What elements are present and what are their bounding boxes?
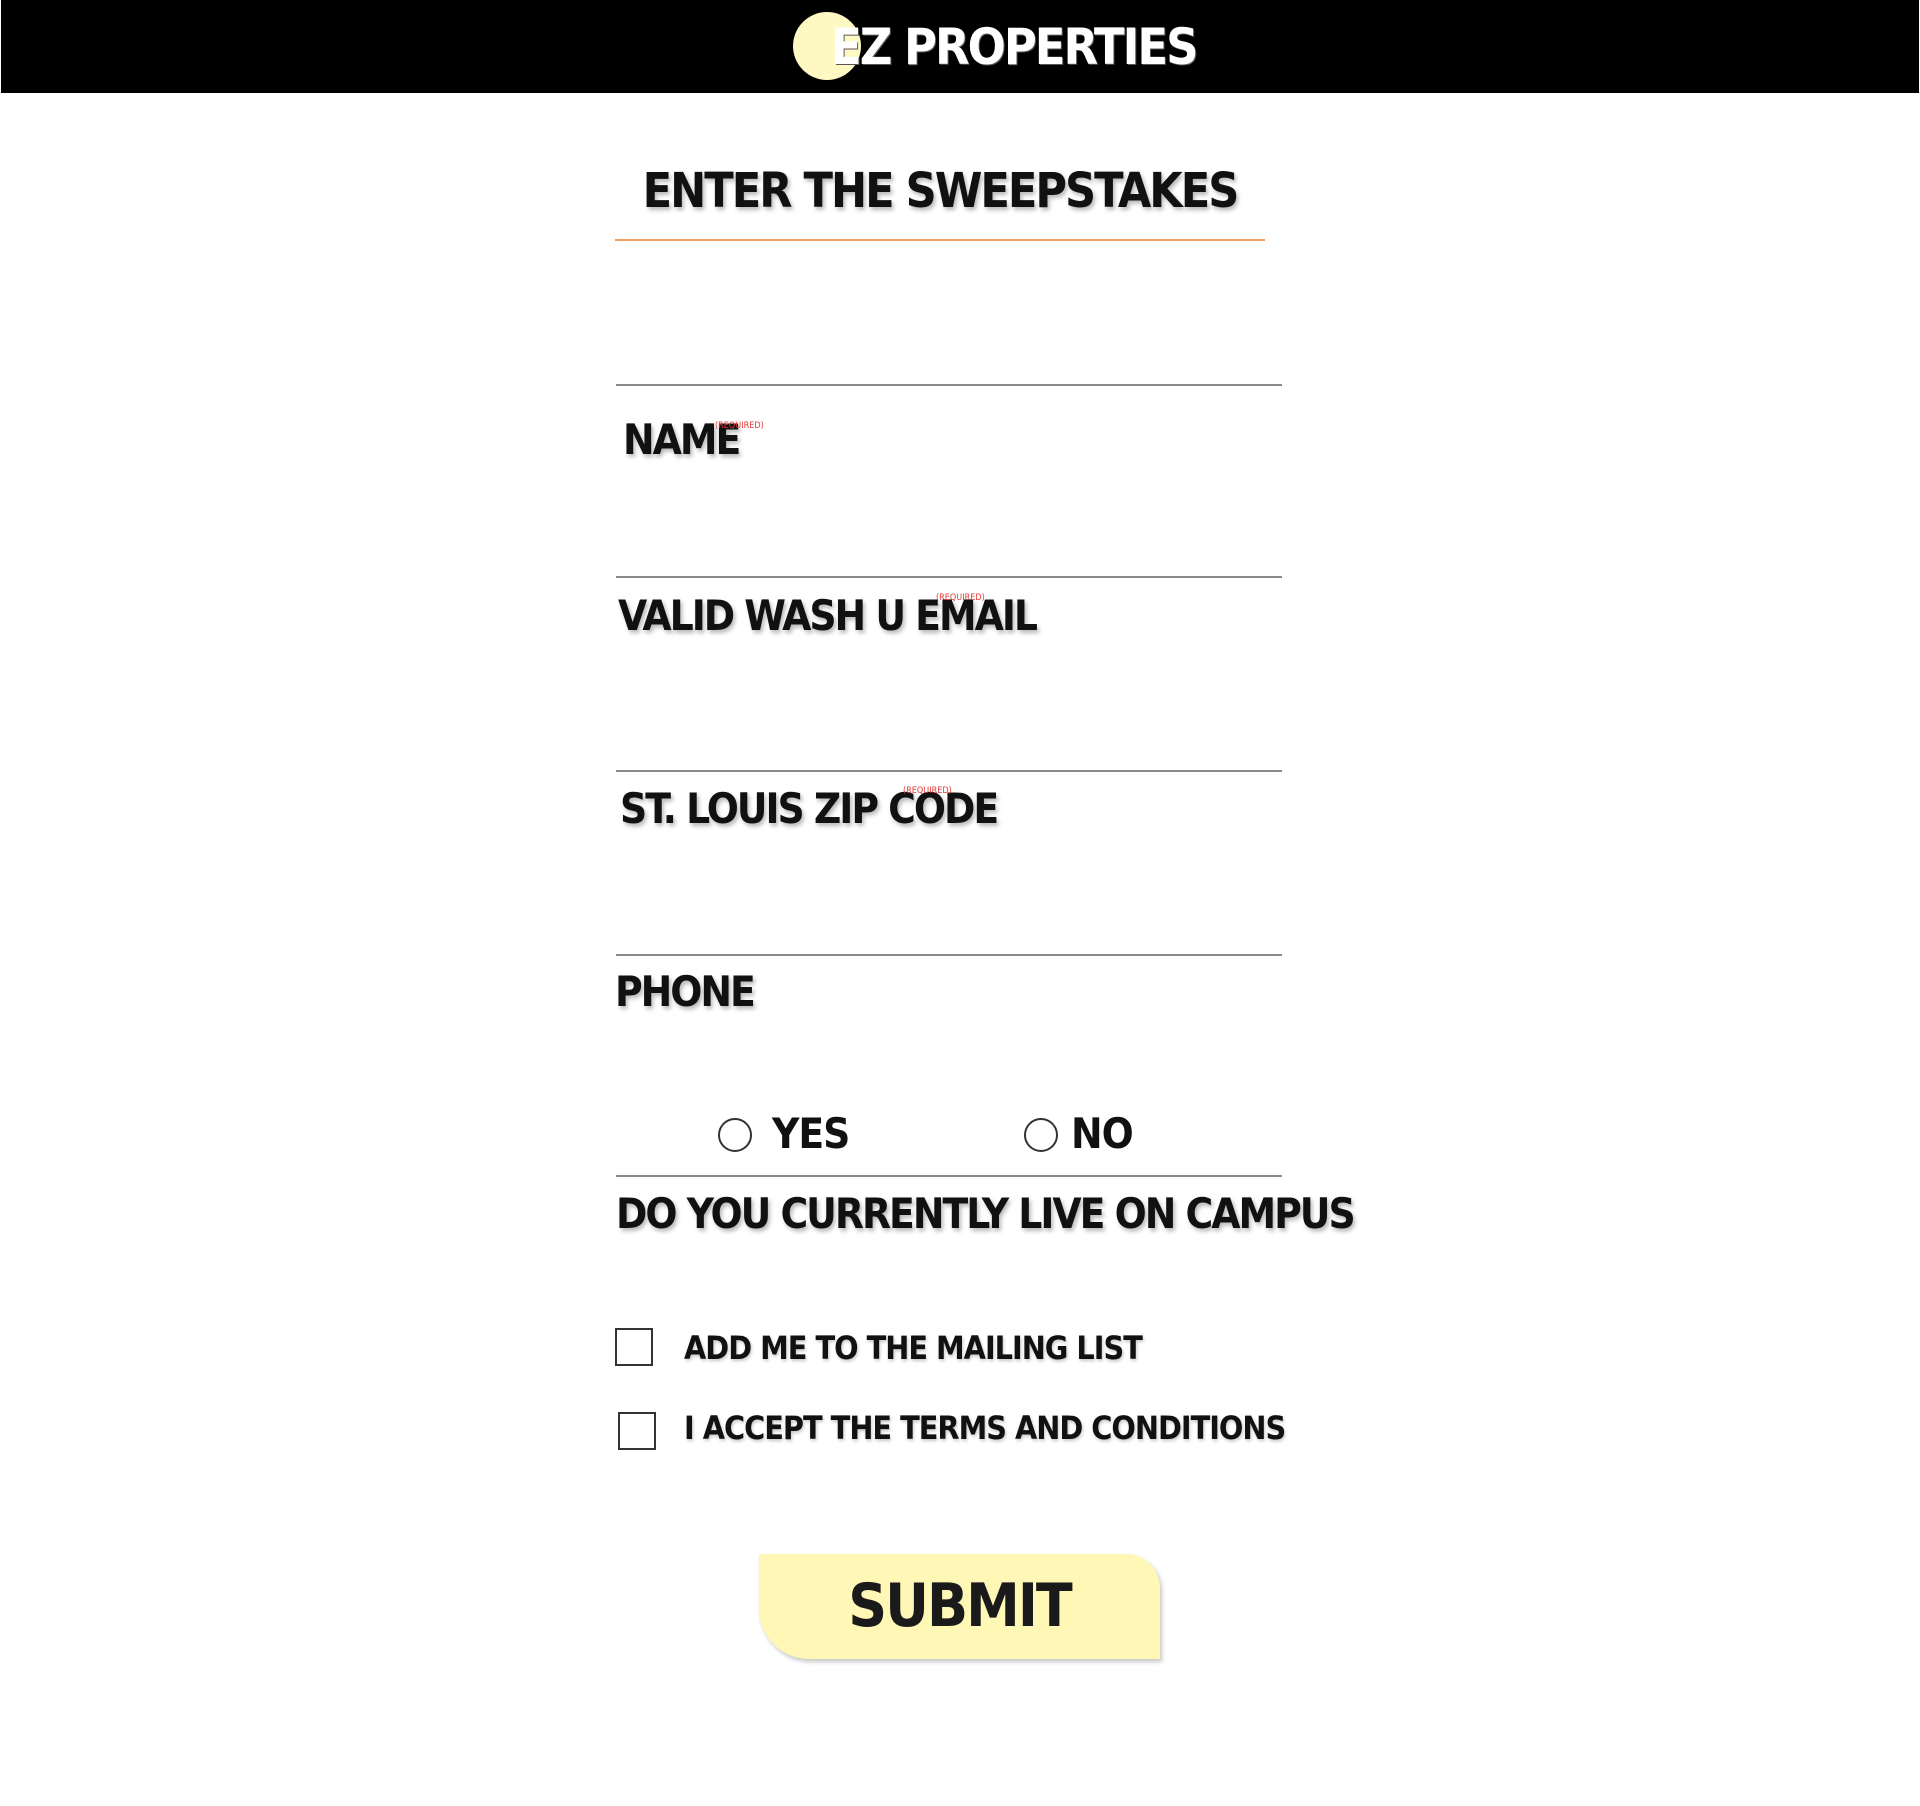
email-required-note: (REQUIRED) [936, 593, 985, 603]
zip-code-required-note: (REQUIRED) [903, 786, 952, 796]
phone-label: PHONE [615, 967, 756, 1016]
name-required-note: (REQUIRED) [715, 421, 764, 431]
header-bar: EZ PROPERTIES [1, 0, 1919, 93]
email-input[interactable] [616, 520, 1282, 578]
phone-input[interactable] [616, 880, 1282, 956]
terms-checkbox[interactable] [618, 1412, 656, 1450]
zip-code-input[interactable] [616, 712, 1282, 772]
terms-label[interactable]: I ACCEPT THE TERMS AND CONDITIONS [684, 1408, 1286, 1448]
submit-label: SUBMIT [848, 1571, 1072, 1641]
campus-yes-radio[interactable] [718, 1118, 752, 1152]
campus-yes-label[interactable]: YES [772, 1108, 850, 1160]
mailing-list-label[interactable]: ADD ME TO THE MAILING LIST [684, 1328, 1143, 1368]
campus-no-radio[interactable] [1024, 1118, 1058, 1152]
campus-divider [616, 1175, 1282, 1177]
logo-text[interactable]: EZ PROPERTIES [831, 14, 1198, 80]
submit-button[interactable]: SUBMIT [759, 1554, 1160, 1659]
mailing-list-checkbox[interactable] [615, 1328, 653, 1366]
title-divider [615, 239, 1265, 241]
campus-no-label[interactable]: NO [1071, 1108, 1134, 1160]
name-input[interactable] [616, 330, 1282, 386]
campus-question-label: DO YOU CURRENTLY LIVE ON CAMPUS [616, 1189, 1356, 1238]
form-title: ENTER THE SWEEPSTAKES [642, 163, 1240, 219]
